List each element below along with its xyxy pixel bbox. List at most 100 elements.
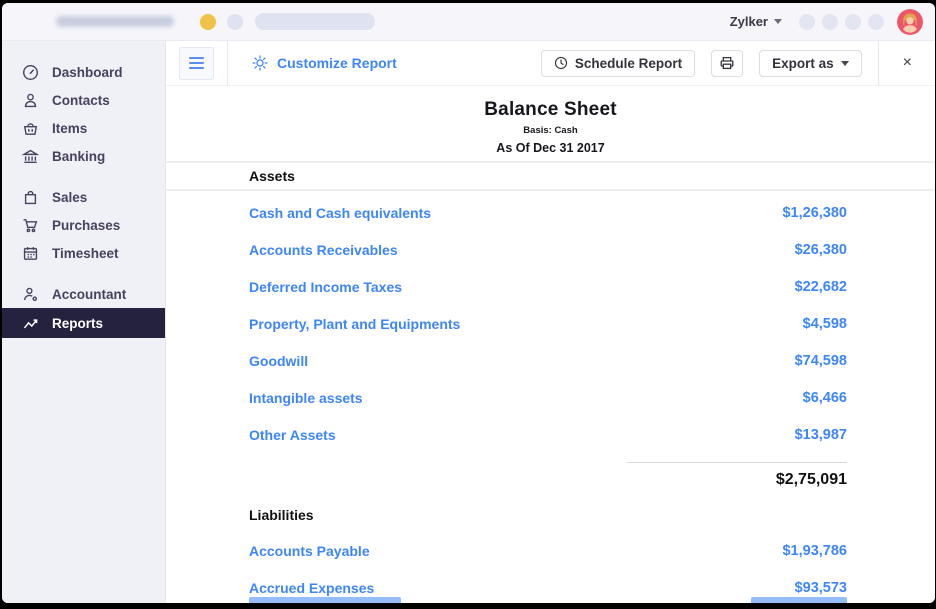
sidebar-item-label: Timesheet (52, 246, 119, 261)
account-link[interactable]: Other Assets (249, 427, 795, 443)
account-amount-link[interactable]: $22,682 (795, 279, 847, 295)
toolbar-divider (227, 41, 228, 85)
account-link[interactable]: Property, Plant and Equipments (249, 316, 803, 332)
person-gear-icon (22, 286, 39, 303)
account-amount-link[interactable]: $13,987 (795, 427, 847, 443)
trend-icon (22, 315, 39, 332)
account-link[interactable]: Goodwill (249, 353, 795, 369)
printer-icon (719, 55, 735, 71)
account-amount-link[interactable]: $4,598 (803, 316, 847, 332)
bag-icon (22, 189, 39, 206)
sidebar: Dashboard Contacts Items (2, 41, 165, 603)
table-row: Accounts Payable $1,93,786 (166, 532, 935, 569)
sidebar-item-label: Banking (52, 149, 105, 164)
person-icon (22, 92, 39, 109)
export-as-button[interactable]: Export as (759, 50, 862, 77)
topbar-circle-button[interactable] (868, 14, 884, 30)
report-date: As Of Dec 31 2017 (166, 141, 935, 155)
sidebar-item-label: Dashboard (52, 65, 123, 80)
topbar-icon-group (799, 14, 884, 30)
sidebar-item-banking[interactable]: Banking (2, 142, 165, 170)
account-amount-link[interactable]: $26,380 (795, 242, 847, 258)
bank-icon (22, 148, 39, 165)
schedule-report-label: Schedule Report (575, 56, 682, 71)
sidebar-item-reports[interactable]: Reports (2, 308, 165, 338)
calendar-icon (22, 245, 39, 262)
sidebar-item-label: Reports (52, 316, 103, 331)
table-row: Deferred Income Taxes $22,682 (166, 268, 935, 305)
avatar[interactable] (897, 9, 923, 35)
sidebar-item-label: Accountant (52, 287, 126, 302)
account-amount-link[interactable]: $93,573 (795, 580, 847, 596)
print-button[interactable] (711, 50, 743, 77)
blurred-search-pill (255, 13, 375, 30)
account-link[interactable]: Accrued Expenses (249, 580, 795, 596)
sidebar-item-label: Sales (52, 190, 87, 205)
gauge-icon (22, 64, 39, 81)
table-row: Goodwill $74,598 (166, 342, 935, 379)
sidebar-item-sales[interactable]: Sales (2, 183, 165, 211)
account-amount-link[interactable]: $6,466 (803, 390, 847, 406)
account-link[interactable]: Accounts Receivables (249, 242, 795, 258)
sidebar-group-gap (2, 267, 165, 280)
sidebar-item-items[interactable]: Items (2, 114, 165, 142)
report-table: Assets Cash and Cash equivalents $1,26,3… (166, 161, 935, 603)
table-row: Accrued Expenses $93,573 (166, 569, 935, 603)
schedule-report-button[interactable]: Schedule Report (541, 50, 695, 77)
account-amount-link[interactable]: $74,598 (795, 353, 847, 369)
topbar-circle-button[interactable] (822, 14, 838, 30)
blurred-logo (56, 16, 174, 27)
section-header-assets: Assets (166, 161, 935, 191)
org-dropdown[interactable]: Zylker (730, 14, 782, 29)
report-title: Balance Sheet (166, 99, 935, 121)
sidebar-item-dashboard[interactable]: Dashboard (2, 58, 165, 86)
sidebar-item-label: Purchases (52, 218, 120, 233)
topbar-yellow-dot (200, 14, 216, 30)
topbar-gray-dot (227, 14, 243, 30)
sidebar-item-purchases[interactable]: Purchases (2, 211, 165, 239)
balance-sheet-report: Balance Sheet Basis: Cash As Of Dec 31 2… (166, 86, 935, 603)
reports-list-toggle-button[interactable] (179, 47, 214, 80)
table-row: Property, Plant and Equipments $4,598 (166, 305, 935, 342)
sidebar-item-accountant[interactable]: Accountant (2, 280, 165, 308)
main-content: Customize Report Schedule Report (165, 41, 935, 603)
assets-total-value: $2,75,091 (627, 462, 847, 496)
caret-down-icon (841, 61, 849, 66)
account-link[interactable]: Deferred Income Taxes (249, 279, 795, 295)
assets-total-row: $2,75,091 (166, 462, 935, 496)
app-window: Zylker Dashboard (2, 3, 935, 603)
export-as-label: Export as (772, 56, 834, 71)
sidebar-group-gap (2, 170, 165, 183)
account-link[interactable]: Cash and Cash equivalents (249, 205, 782, 221)
account-link[interactable]: Accounts Payable (249, 543, 782, 559)
customize-report-label: Customize Report (277, 55, 397, 71)
report-toolbar: Customize Report Schedule Report (166, 41, 935, 86)
table-row: Other Assets $13,987 (166, 416, 935, 453)
table-row: Cash and Cash equivalents $1,26,380 (166, 194, 935, 231)
assets-rows: Cash and Cash equivalents $1,26,380 Acco… (166, 194, 935, 453)
close-icon[interactable]: × (894, 54, 921, 72)
customize-report-button[interactable]: Customize Report (251, 54, 397, 72)
table-row: Accounts Receivables $26,380 (166, 231, 935, 268)
sidebar-item-contacts[interactable]: Contacts (2, 86, 165, 114)
account-amount-link[interactable]: $1,26,380 (782, 205, 847, 221)
table-row: Intangible assets $6,466 (166, 379, 935, 416)
org-name: Zylker (730, 14, 768, 29)
basket-icon (22, 120, 39, 137)
caret-down-icon (774, 19, 782, 24)
liabilities-rows: Accounts Payable $1,93,786 Accrued Expen… (166, 532, 935, 603)
sidebar-item-label: Items (52, 121, 87, 136)
cart-icon (22, 217, 39, 234)
report-basis: Basis: Cash (166, 125, 935, 136)
topbar-circle-button[interactable] (845, 14, 861, 30)
topbar: Zylker (2, 3, 935, 41)
toolbar-divider (878, 41, 879, 85)
sidebar-item-timesheet[interactable]: Timesheet (2, 239, 165, 267)
gear-icon (251, 54, 269, 72)
clock-icon (554, 56, 568, 70)
sidebar-item-label: Contacts (52, 93, 110, 108)
account-link[interactable]: Intangible assets (249, 390, 803, 406)
topbar-circle-button[interactable] (799, 14, 815, 30)
account-amount-link[interactable]: $1,93,786 (782, 543, 847, 559)
section-header-liabilities: Liabilities (166, 502, 935, 528)
